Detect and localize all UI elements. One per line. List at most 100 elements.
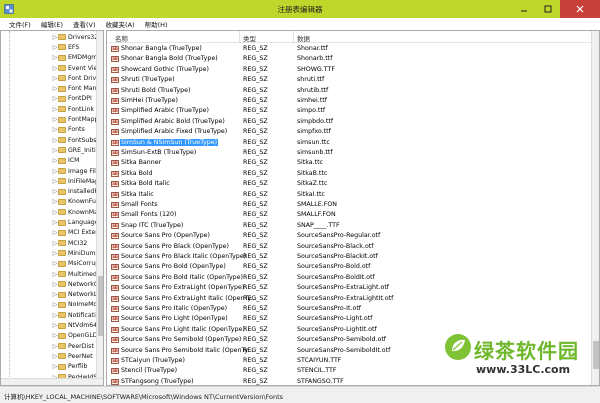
tree-item[interactable]: ▷ ICM <box>1 156 97 166</box>
value-row[interactable]: ab Shonar Bangla Bold (TrueType) REG_SZ Sho… <box>107 54 587 64</box>
value-row[interactable]: ab Source Sans Pro Bold (OpenType) REG_SZ S… <box>107 262 587 272</box>
string-value-icon: ab <box>111 170 119 177</box>
value-data: SourceSansPro-Semibold.otf <box>297 336 387 344</box>
menu-file[interactable]: 文件(F) <box>4 19 36 29</box>
value-row[interactable]: ab Sitka Italic REG_SZ SitkaI.ttc <box>107 190 587 200</box>
tree-item[interactable]: ▷ FontLink <box>1 104 97 114</box>
values-vertical-scrollbar[interactable] <box>591 31 599 385</box>
tree-item[interactable]: ▷Font Drivers <box>1 73 101 83</box>
tree-item[interactable]: ▷ Drivers32 <box>1 32 98 42</box>
tree-vertical-scrollbar[interactable] <box>96 31 103 385</box>
registry-tree[interactable]: ▷Drivers32▷EFS▷EMDMgmt▷Event Viewe▷Font … <box>0 30 104 386</box>
watermark-url: www.33LC.com <box>476 363 571 376</box>
tree-item[interactable]: ▷ FontDPI <box>1 94 97 104</box>
value-row[interactable]: ab Sitka Bold REG_SZ SitkaB.ttc <box>107 169 587 179</box>
value-row[interactable]: ab Shruti Bold (TrueType) REG_SZ shrutib.tt… <box>107 86 587 96</box>
column-divider[interactable] <box>239 31 240 43</box>
value-row[interactable]: ab Shonar Bangla (TrueType) REG_SZ Shonar.t… <box>107 44 587 54</box>
tree-item[interactable]: ▷GRE_Initializ <box>1 145 101 155</box>
value-row[interactable]: ab Source Sans Pro Italic (OpenType) REG_S… <box>107 304 587 314</box>
tree-item[interactable]: ▷Image File E <box>1 166 101 176</box>
value-row[interactable]: ab Source Sans Pro ExtraLight Italic (Ope… <box>107 294 587 304</box>
value-type: REG_SZ <box>243 315 268 323</box>
value-row[interactable]: ab SimSun & NSimSun (TrueType) REG_SZ simsu… <box>107 138 587 148</box>
folder-icon <box>58 322 66 329</box>
tree-item[interactable]: ▷ EMDMgmt <box>1 53 100 63</box>
tree-item[interactable]: ▷ Multimedia <box>1 269 101 279</box>
tree-item[interactable]: ▷ NtVdm64 <box>1 320 97 330</box>
tree-item[interactable]: ▷ MsiCorrupt <box>1 259 101 269</box>
tree-item[interactable]: ▷InstalledFea <box>1 187 101 197</box>
tree-item[interactable]: ▷OpenGLDriv <box>1 331 101 341</box>
tree-item[interactable]: ▷ PeerNet <box>1 351 97 361</box>
value-row[interactable]: ab SimSun-ExtB (TrueType) REG_SZ simsunb.tt… <box>107 148 587 158</box>
folder-icon <box>58 168 66 175</box>
column-name-header[interactable]: 名称 <box>115 33 128 43</box>
tree-item[interactable]: ▷ MCI Extensi <box>1 228 101 238</box>
tree-item[interactable]: ▷KnownFunct <box>1 197 101 207</box>
value-data: SMALLF.FON <box>297 211 336 219</box>
column-data-header[interactable]: 数据 <box>297 33 310 43</box>
value-row[interactable]: ab Small Fonts (120) REG_SZ SMALLF.FON <box>107 210 587 220</box>
string-value-icon: ab <box>111 316 119 323</box>
value-row[interactable]: ab Source Sans Pro ExtraLight (OpenType) R… <box>107 283 587 293</box>
column-divider[interactable] <box>293 31 294 43</box>
string-value-icon: ab <box>111 139 119 146</box>
menu-view[interactable]: 查看(V) <box>68 19 101 29</box>
close-button[interactable] <box>560 0 600 18</box>
tree-item[interactable]: ▷ NetworkCar <box>1 279 101 289</box>
tree-item[interactable]: ▷ PeerDist <box>1 341 97 351</box>
folder-icon <box>58 301 66 308</box>
tree-item[interactable]: ▷ Perflib <box>1 362 97 372</box>
value-row[interactable]: ab Sitka Banner REG_SZ Sitka.ttc <box>107 158 587 168</box>
tree-item[interactable]: ▷ Notification <box>1 310 101 320</box>
tree-item[interactable]: ▷ EFS <box>1 42 97 52</box>
tree-item[interactable]: ▷ NetworkList <box>1 290 101 300</box>
value-row[interactable]: ab Sitka Bold Italic REG_SZ SitkaZ.ttc <box>107 179 587 189</box>
value-row[interactable]: ab Showcard Gothic (TrueType) REG_SZ SHOWG.… <box>107 65 587 75</box>
tree-item[interactable]: ▷FontSubstitu <box>1 135 101 145</box>
tree-item[interactable]: ▷ NoImeMod <box>1 300 101 310</box>
tree-item[interactable]: ▷ Font Manag <box>1 84 101 94</box>
value-type: REG_SZ <box>243 190 268 198</box>
value-row[interactable]: ab Small Fonts REG_SZ SMALLE.FON <box>107 200 587 210</box>
value-row[interactable]: ab Simplified Arabic Fixed (TrueType) REG_… <box>107 127 587 137</box>
column-type-header[interactable]: 类型 <box>243 33 256 43</box>
value-name: Snap ITC (TrueType) <box>121 221 184 229</box>
value-name: Stencil (TrueType) <box>121 367 178 375</box>
tree-horizontal-scrollbar[interactable] <box>1 378 103 385</box>
value-type: REG_SZ <box>243 86 268 94</box>
value-row[interactable]: ab Source Sans Pro Light (OpenType) REG_SZ… <box>107 314 587 324</box>
value-data: simsunb.ttf <box>297 149 333 156</box>
tree-item[interactable]: ▷ IniFileMapp <box>1 176 101 186</box>
value-name: Source Sans Pro Italic (OpenType) <box>121 305 228 312</box>
menu-favorites[interactable]: 收藏夹(A) <box>101 19 140 29</box>
value-type: REG_SZ <box>243 253 268 260</box>
value-row[interactable]: ab Source Sans Pro Black Italic (OpenType… <box>107 252 587 262</box>
value-row[interactable]: ab Source Sans Pro (OpenType) REG_SZ Source… <box>107 231 587 241</box>
value-row[interactable]: ab Simplified Arabic (TrueType) REG_SZ simp… <box>107 106 587 116</box>
tree-scroll-thumb[interactable] <box>98 276 103 336</box>
tree-item[interactable]: ▷Event Viewe <box>1 63 101 73</box>
minimize-button[interactable] <box>512 0 536 18</box>
value-row[interactable]: ab Snap ITC (TrueType) REG_SZ SNAP____.TTF <box>107 221 587 231</box>
value-row[interactable]: ab Simplified Arabic Bold (TrueType) REG_S… <box>107 117 587 127</box>
tree-item[interactable]: ▷ MCI32 <box>1 238 97 248</box>
value-row[interactable]: ab SimHei (TrueType) REG_SZ simhei.ttf <box>107 96 587 106</box>
tree-item[interactable]: ▷ MiniDumpA <box>1 248 101 258</box>
tree-item[interactable]: ▷KnownMana <box>1 207 101 217</box>
minimize-icon <box>521 10 527 12</box>
tree-item[interactable]: ▷ Fonts <box>1 125 97 135</box>
tree-item[interactable]: ▷ FontMappe <box>1 114 101 124</box>
value-row[interactable]: ab Source Sans Pro Bold Italic (OpenType)… <box>107 273 587 283</box>
title-bar: 注册表编辑器 <box>0 0 600 18</box>
maximize-button[interactable] <box>536 0 560 18</box>
menu-edit[interactable]: 编辑(E) <box>36 19 68 29</box>
value-row[interactable]: ab Source Sans Pro Black (OpenType) REG_SZ… <box>107 242 587 252</box>
menu-help[interactable]: 帮助(H) <box>140 19 173 29</box>
tree-item[interactable]: ▷LanguagePa <box>1 217 101 227</box>
folder-icon <box>58 260 66 267</box>
folder-icon <box>58 126 66 133</box>
value-row[interactable]: ab Shruti (TrueType) REG_SZ shruti.ttf <box>107 75 587 85</box>
folder-icon <box>58 157 66 164</box>
